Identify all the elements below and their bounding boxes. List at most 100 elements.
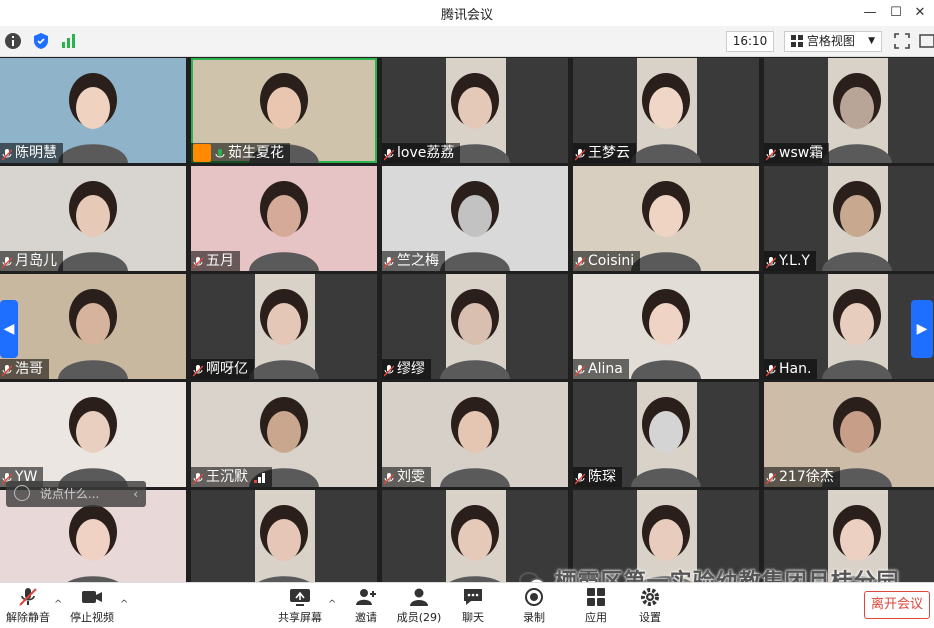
participant-tile[interactable]: YW (0, 382, 186, 487)
participant-name: 217徐杰 (779, 469, 834, 485)
participant-name: Alina (588, 361, 623, 377)
participant-nameplate: 啊呀亿 (191, 359, 254, 379)
participant-tile[interactable]: 浩哥 (0, 274, 186, 379)
participant-nameplate: love荔荔 (382, 143, 461, 163)
chat-icon (464, 589, 482, 605)
mic-muted-icon (19, 588, 37, 606)
members-label: 成员(29) (396, 611, 442, 624)
participant-tile[interactable]: 陈明慧 (0, 58, 186, 163)
emoji-icon[interactable] (14, 485, 30, 501)
view-mode-label: 宫格视图 (806, 34, 855, 48)
participant-tile[interactable]: Han. (764, 274, 934, 379)
mic-muted-icon (192, 471, 204, 485)
participant-tile[interactable]: 茹生夏花 (191, 58, 377, 163)
stop-video-label: 停止视频 (70, 611, 114, 624)
participant-tile[interactable]: 竺之梅 (382, 166, 568, 271)
bottom-control-bar: 解除静音 ^ 停止视频 ^ 共享屏幕 ^ 邀请 成员(29) 聊天 录制 应用 … (0, 582, 934, 628)
video-options-chevron-icon[interactable]: ^ (120, 599, 128, 610)
invite-button[interactable]: 邀请 (348, 585, 384, 627)
meeting-time: 16:10 (726, 31, 774, 52)
window-title: 腾讯会议 (440, 8, 493, 23)
maximize-icon[interactable]: ☐ (884, 3, 908, 23)
participant-nameplate: 王梦云 (573, 143, 636, 163)
participant-nameplate: 缪缪 (382, 359, 431, 379)
participant-tile[interactable]: 啊呀亿 (191, 274, 377, 379)
view-mode-dropdown[interactable]: 宫格视图 ▼ (784, 31, 882, 52)
participant-nameplate: Han. (764, 359, 818, 379)
signal-icon[interactable] (60, 32, 78, 50)
share-screen-button[interactable]: 共享屏幕 (276, 585, 324, 627)
mic-muted-icon (383, 255, 395, 269)
mic-muted-icon (1, 255, 13, 269)
participant-nameplate: 王沉默 (191, 467, 272, 487)
participant-name: 王沉默 (206, 469, 248, 485)
mic-muted-icon (574, 471, 586, 485)
close-icon[interactable]: ✕ (908, 3, 932, 23)
shield-icon[interactable] (32, 32, 50, 50)
leave-meeting-button[interactable]: 离开会议 (864, 591, 930, 619)
settings-button[interactable]: 设置 (632, 585, 668, 627)
participant-nameplate: 陈琛 (573, 467, 622, 487)
participant-tile[interactable]: wsw霜 (764, 58, 934, 163)
host-icon (193, 144, 211, 162)
participant-tile[interactable]: 缪缪 (382, 274, 568, 379)
participant-nameplate: 刘雯 (382, 467, 431, 487)
participant-tile[interactable]: 王梦云 (573, 58, 759, 163)
record-icon (525, 588, 543, 606)
participant-nameplate: 浩哥 (0, 359, 49, 379)
participant-name: 五月 (206, 253, 234, 269)
participant-tile[interactable] (191, 490, 377, 595)
mic-muted-icon (765, 147, 777, 161)
participant-tile[interactable]: Y.L.Y (764, 166, 934, 271)
sidebar-toggle-icon[interactable] (918, 32, 934, 50)
invite-label: 邀请 (355, 611, 377, 624)
chat-input[interactable]: 说点什么... ‹ (6, 481, 146, 507)
participant-nameplate: Coisini (573, 251, 641, 271)
participant-name: 啊呀亿 (206, 361, 248, 377)
participant-tile[interactable]: 王沉默 (191, 382, 377, 487)
participant-name: wsw霜 (779, 145, 824, 161)
participant-name: 王梦云 (588, 145, 630, 161)
participant-nameplate: wsw霜 (764, 143, 830, 163)
signal-icon (254, 471, 266, 483)
next-page-button[interactable]: ▶ (911, 300, 933, 358)
participant-tile[interactable]: Coisini (573, 166, 759, 271)
unmute-button[interactable]: 解除静音 (4, 585, 52, 627)
participant-name: 竺之梅 (397, 253, 439, 269)
participant-tile[interactable]: Alina (573, 274, 759, 379)
members-icon (410, 588, 428, 606)
participant-name: Han. (779, 361, 812, 377)
audio-options-chevron-icon[interactable]: ^ (54, 599, 62, 610)
participant-nameplate: 五月 (191, 251, 240, 271)
apps-icon (587, 588, 605, 606)
record-button[interactable]: 录制 (516, 585, 552, 627)
participant-name: 浩哥 (15, 361, 43, 377)
chat-placeholder: 说点什么... (39, 487, 100, 501)
mic-icon (215, 147, 225, 159)
participant-tile[interactable]: 五月 (191, 166, 377, 271)
chat-button[interactable]: 聊天 (455, 585, 491, 627)
participant-name: 缪缪 (397, 361, 425, 377)
participant-nameplate: 月岛儿 (0, 251, 63, 271)
participant-tile[interactable]: 217徐杰 (764, 382, 934, 487)
mic-muted-icon (574, 147, 586, 161)
participant-tile[interactable]: love荔荔 (382, 58, 568, 163)
mic-muted-icon (765, 363, 777, 377)
participant-nameplate: 竺之梅 (382, 251, 445, 271)
share-options-chevron-icon[interactable]: ^ (328, 599, 336, 610)
stop-video-button[interactable]: 停止视频 (66, 585, 118, 627)
prev-page-button[interactable]: ◀ (0, 300, 18, 358)
invite-icon (356, 589, 376, 605)
participant-tile[interactable]: 陈琛 (573, 382, 759, 487)
participant-tile[interactable]: 月岛儿 (0, 166, 186, 271)
participant-tile[interactable]: 刘雯 (382, 382, 568, 487)
participant-name: Y.L.Y (779, 253, 810, 269)
mic-muted-icon (192, 363, 204, 377)
top-toolbar: 16:10 宫格视图 ▼ (0, 26, 934, 57)
apps-button[interactable]: 应用 (578, 585, 614, 627)
members-button[interactable]: 成员(29) (394, 585, 444, 627)
chevron-left-icon[interactable]: ‹ (133, 481, 138, 507)
info-icon[interactable] (4, 32, 22, 50)
fullscreen-icon[interactable] (893, 32, 911, 50)
minimize-icon[interactable]: — (858, 3, 882, 23)
